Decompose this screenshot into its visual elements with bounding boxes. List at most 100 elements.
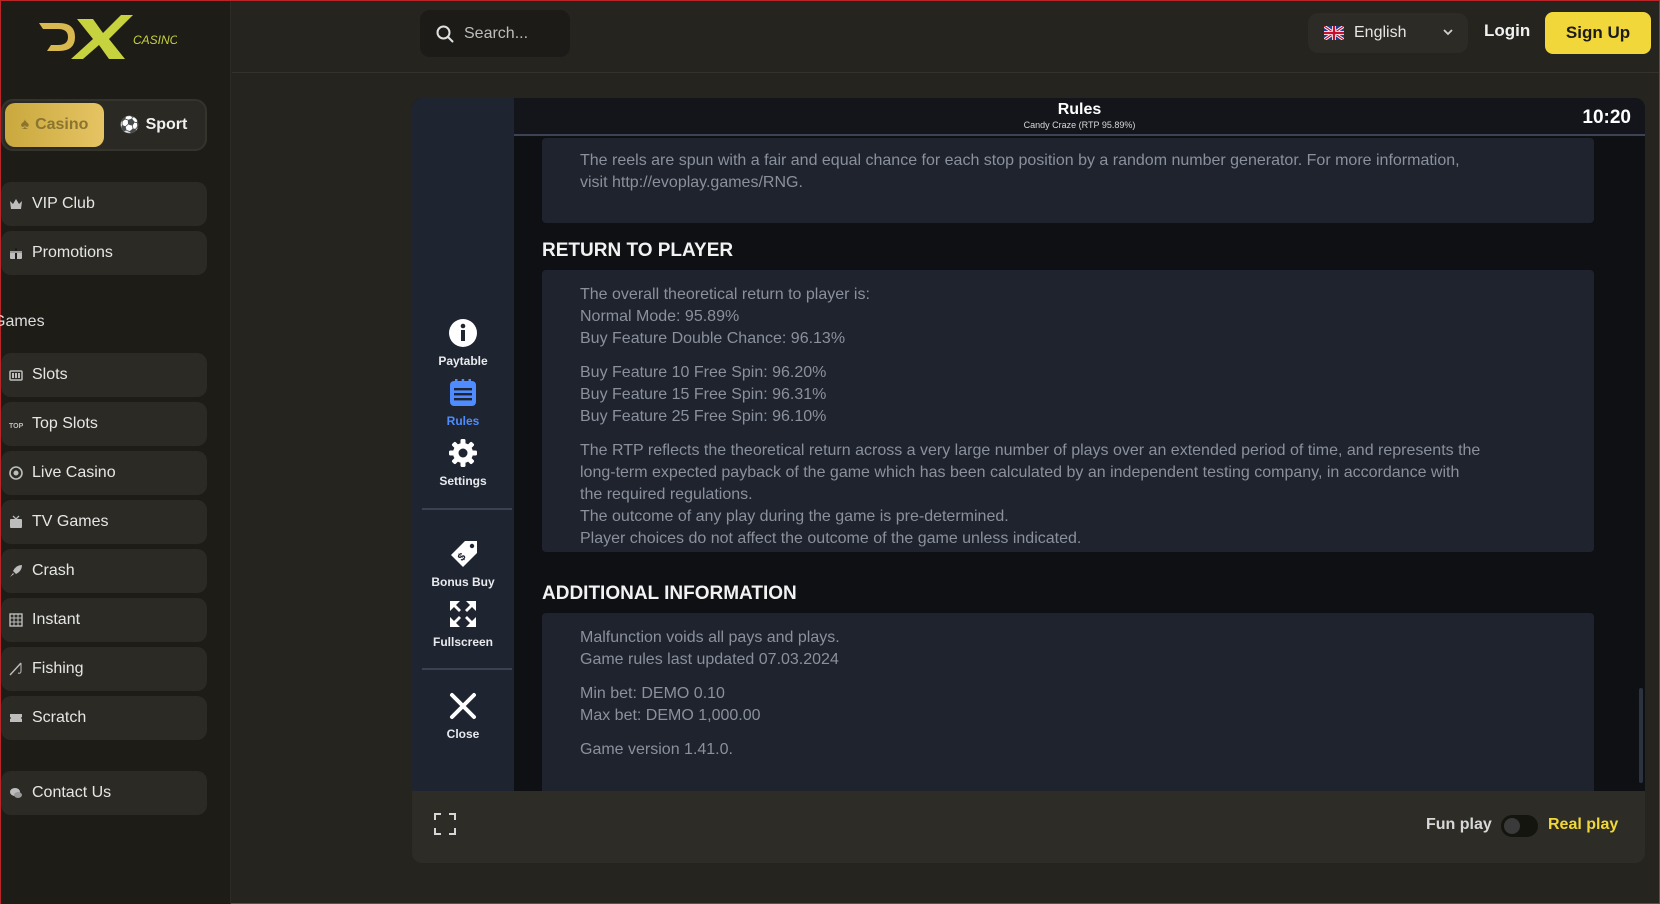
fullscreen-icon[interactable] <box>433 812 457 836</box>
sidebar-item-instant[interactable]: Instant <box>1 598 207 642</box>
sidebar: CASINO ♠ Casino ⚽ Sport VIP Club Promoti… <box>0 1 231 904</box>
rtp-line: Buy Feature 15 Free Spin: 96.31% <box>580 386 827 403</box>
bonus-buy-label: Bonus Buy <box>431 575 495 589</box>
sidebar-item-live-casino[interactable]: Live Casino <box>1 451 207 495</box>
rules-title: Rules <box>1057 101 1102 118</box>
info-line: Game version 1.41.0. <box>580 741 733 758</box>
info-icon <box>449 319 477 347</box>
login-button[interactable]: Login <box>1484 21 1530 41</box>
fullscreen-game-button[interactable]: Fullscreen <box>412 599 514 649</box>
game-frame: Paytable Rules Settings $ Bonus Buy Full… <box>412 98 1645 791</box>
gift-icon <box>8 245 24 261</box>
sidebar-item-label: Crash <box>32 562 75 579</box>
additional-info-panel: Malfunction voids all pays and plays. Ga… <box>542 613 1594 791</box>
close-rules-button[interactable]: Close <box>412 691 514 741</box>
casino-tab-label: Casino <box>35 116 89 133</box>
sidebar-item-label: Contact Us <box>32 784 112 801</box>
rtp-line: long-term expected payback of the game w… <box>580 464 1460 481</box>
svg-text:TOP: TOP <box>9 423 23 430</box>
sidebar-item-label: Live Casino <box>32 464 116 481</box>
rtp-line: Buy Feature 10 Free Spin: 96.20% <box>580 364 827 381</box>
additional-info-heading: ADDITIONAL INFORMATION <box>542 583 797 604</box>
search-icon <box>436 25 454 42</box>
rtp-line: Buy Feature Double Chance: 96.13% <box>580 330 846 347</box>
rtp-line: Buy Feature 25 Free Spin: 96.10% <box>580 408 827 425</box>
rtp-line: Normal Mode: 95.89% <box>580 308 740 325</box>
logo-sub: CASINO <box>133 33 177 47</box>
chat-icon <box>8 785 24 801</box>
top-badge-icon: TOP <box>8 416 24 432</box>
ticket-icon <box>8 710 24 726</box>
close-icon <box>450 693 476 719</box>
sidebar-item-tv-games[interactable]: TV Games <box>1 500 207 544</box>
fullscreen-label: Fullscreen <box>432 635 494 649</box>
info-line: Malfunction voids all pays and plays. <box>580 629 840 646</box>
sidebar-item-label: Fishing <box>32 660 84 677</box>
signup-button[interactable]: Sign Up <box>1545 12 1651 54</box>
rtp-heading: RETURN TO PLAYER <box>542 240 734 261</box>
bonus-buy-button[interactable]: $ Bonus Buy <box>412 539 514 589</box>
chevron-down-icon <box>1443 29 1453 36</box>
rtp-line: The RTP reflects the theoretical return … <box>580 442 1481 459</box>
sidebar-item-label: Scratch <box>32 709 87 726</box>
slot-machine-icon <box>8 367 24 383</box>
game-clock: 10:20 <box>1582 107 1631 128</box>
sidebar-item-label: TV Games <box>32 513 109 530</box>
sidebar-item-label: Slots <box>32 366 68 383</box>
logo-mark: CASINO <box>39 15 177 59</box>
play-mode-toggle[interactable] <box>1501 815 1538 837</box>
rtp-line: The outcome of any play during the game … <box>580 508 1009 525</box>
sidebar-item-crash[interactable]: Crash <box>1 549 207 593</box>
rng-text: The reels are spun with a fair and equal… <box>580 152 1460 169</box>
rtp-line: Player choices do not affect the outcome… <box>580 530 1082 547</box>
paytable-button[interactable]: Paytable <box>412 318 514 368</box>
casino-tab[interactable]: ♠ Casino <box>5 103 104 147</box>
spade-icon: ♠ <box>20 116 30 133</box>
rules-list-icon <box>450 379 476 406</box>
casino-sport-switch: ♠ Casino ⚽ Sport <box>1 99 207 151</box>
side-divider <box>422 508 512 510</box>
tv-icon <box>8 514 24 530</box>
casino-logo[interactable]: CASINO <box>37 11 177 61</box>
search-input[interactable] <box>464 24 564 43</box>
fun-play-label: Fun play <box>1426 816 1492 833</box>
sidebar-item-label: Top Slots <box>32 415 98 432</box>
sidebar-item-scratch[interactable]: Scratch <box>1 696 207 740</box>
game-side-menu: Paytable Rules Settings $ Bonus Buy Full… <box>412 98 514 791</box>
info-line: Min bet: DEMO 0.10 <box>580 685 725 702</box>
info-line: Game rules last updated 07.03.2024 <box>580 651 839 668</box>
sidebar-item-vip-club[interactable]: VIP Club <box>1 182 207 226</box>
sidebar-item-promotions[interactable]: Promotions <box>1 231 207 275</box>
paytable-label: Paytable <box>438 354 488 368</box>
uk-flag-icon <box>1324 26 1344 40</box>
rtp-line: the required regulations. <box>580 486 753 503</box>
settings-button[interactable]: Settings <box>412 438 514 488</box>
real-play-label: Real play <box>1548 816 1619 833</box>
rtp-line: The overall theoretical return to player… <box>580 286 870 303</box>
sidebar-item-label: Promotions <box>32 244 113 261</box>
sidebar-item-slots[interactable]: Slots <box>1 353 207 397</box>
rules-label: Rules <box>446 414 480 428</box>
sport-tab[interactable]: ⚽ Sport <box>104 103 203 147</box>
rtp-panel: The overall theoretical return to player… <box>542 270 1594 552</box>
fishing-rod-icon <box>8 661 24 677</box>
close-label: Close <box>446 727 480 741</box>
settings-label: Settings <box>439 474 487 488</box>
sidebar-item-top-slots[interactable]: TOP Top Slots <box>1 402 207 446</box>
games-section-label: Games <box>0 313 45 330</box>
sidebar-item-fishing[interactable]: Fishing <box>1 647 207 691</box>
rng-text: visit http://evoplay.games/RNG. <box>580 174 803 191</box>
rules-button[interactable]: Rules <box>412 378 514 428</box>
info-line: Max bet: DEMO 1,000.00 <box>580 707 761 724</box>
crown-icon <box>8 196 24 212</box>
grid-icon <box>8 612 24 628</box>
rules-title-bar: Rules Candy Craze (RTP 95.89%) 10:20 <box>514 98 1645 136</box>
rng-panel: The reels are spun with a fair and equal… <box>542 138 1594 223</box>
search-box[interactable] <box>420 10 570 57</box>
rules-scrollbar[interactable] <box>1639 688 1643 783</box>
language-label: English <box>1354 24 1407 41</box>
sidebar-item-contact-us[interactable]: Contact Us <box>1 771 207 815</box>
language-select[interactable]: English <box>1308 13 1468 53</box>
price-tag-icon: $ <box>451 541 477 567</box>
gear-icon <box>449 439 477 467</box>
